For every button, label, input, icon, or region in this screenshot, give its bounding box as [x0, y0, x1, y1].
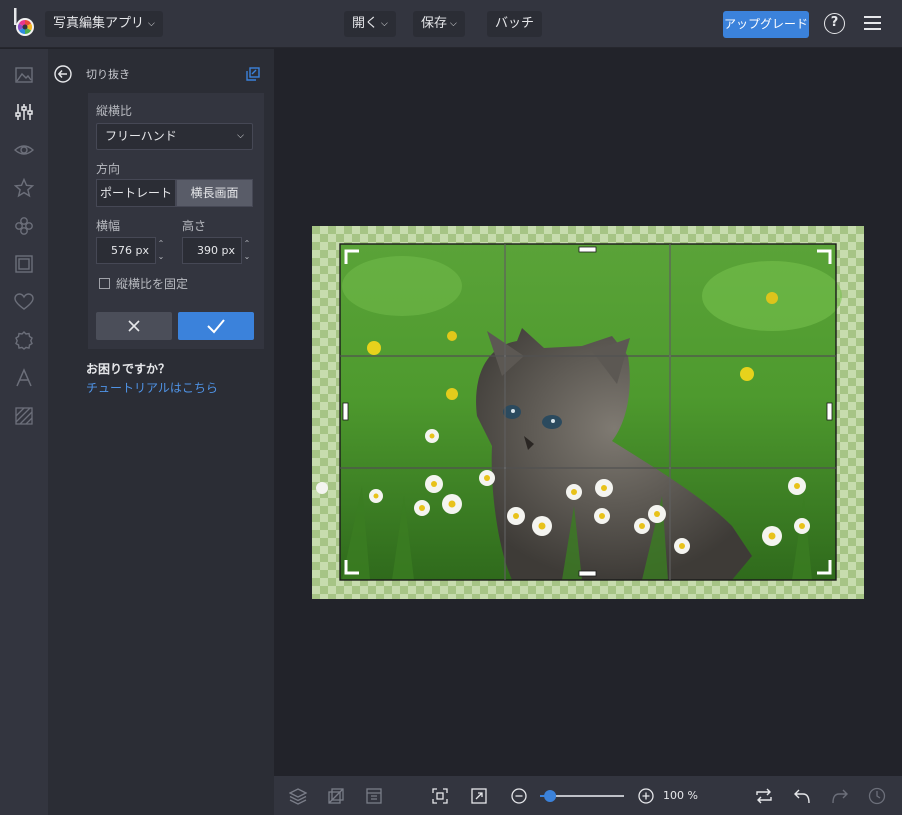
- close-icon: [128, 320, 140, 332]
- zoom-out-icon[interactable]: [510, 787, 528, 805]
- height-input[interactable]: 390 px: [182, 237, 242, 264]
- upgrade-button[interactable]: アップグレード: [723, 11, 809, 38]
- height-stepper[interactable]: ⌃ ⌄: [241, 237, 253, 264]
- tutorial-link[interactable]: チュートリアルはこちら: [86, 379, 218, 396]
- frame-icon[interactable]: [14, 254, 34, 274]
- chevron-down-icon: ⌵: [148, 19, 155, 29]
- width-label: 横幅: [96, 219, 121, 233]
- landscape-toggle[interactable]: 横長画面: [176, 179, 253, 207]
- star-icon[interactable]: [14, 178, 34, 198]
- crop-handle-top[interactable]: [578, 246, 597, 253]
- actual-size-icon[interactable]: [470, 787, 488, 805]
- zoom-slider[interactable]: [538, 788, 626, 804]
- badge-icon[interactable]: [14, 330, 34, 350]
- width-stepper[interactable]: ⌃ ⌄: [155, 237, 167, 264]
- help-question: お困りですか？: [86, 362, 171, 376]
- zoom-slider-handle[interactable]: [544, 790, 557, 802]
- kitten-photo: [312, 226, 864, 599]
- back-arrow-icon[interactable]: [54, 65, 72, 83]
- lock-ratio-checkbox[interactable]: [99, 278, 110, 289]
- chevron-down-icon: ⌵: [237, 131, 244, 141]
- portrait-toggle[interactable]: ポートレート: [96, 179, 176, 207]
- app-selector[interactable]: 写真編集アプリ ⌵: [45, 11, 163, 37]
- tool-rail: [0, 49, 48, 815]
- crop-panel: 切り抜き 縦横比 フリーハンド ⌵ 方向 ポートレート 横長画面 横幅 高さ 57…: [48, 49, 274, 815]
- canvas-area: [274, 49, 902, 776]
- sliders-icon[interactable]: [14, 102, 34, 122]
- top-bar: 写真編集アプリ ⌵ 開く ⌵ 保存 ⌵ バッチ アップグレード ?: [0, 0, 902, 48]
- fit-screen-icon[interactable]: [431, 787, 449, 805]
- crop-settings-card: 縦横比 フリーハンド ⌵ 方向 ポートレート 横長画面 横幅 高さ 576 px …: [88, 93, 264, 349]
- save-menu-button[interactable]: 保存 ⌵: [413, 11, 465, 37]
- chevron-down-icon: ⌵: [450, 19, 457, 29]
- swap-icon[interactable]: [755, 787, 773, 805]
- undo-icon[interactable]: [793, 787, 811, 805]
- layers-icon[interactable]: [289, 787, 307, 805]
- bottom-bar: 100 %: [274, 776, 902, 815]
- width-input[interactable]: 576 px: [96, 237, 156, 264]
- aspect-ratio-select[interactable]: フリーハンド ⌵: [96, 123, 253, 150]
- zoom-level-value: 100 %: [663, 789, 698, 802]
- layout-icon[interactable]: [365, 787, 383, 805]
- apply-button[interactable]: [178, 312, 254, 340]
- history-icon[interactable]: [868, 787, 886, 805]
- zoom-in-icon[interactable]: [637, 787, 655, 805]
- flower-icon[interactable]: [14, 216, 34, 236]
- check-icon: [207, 319, 225, 334]
- app-logo-icon[interactable]: [12, 8, 38, 38]
- transform-icon[interactable]: [327, 787, 345, 805]
- open-menu-label: 開く: [352, 16, 379, 31]
- texture-icon[interactable]: [14, 406, 34, 426]
- aspect-ratio-label: 縦横比: [96, 104, 133, 118]
- orientation-label: 方向: [96, 162, 121, 176]
- cancel-button[interactable]: [96, 312, 172, 340]
- batch-button[interactable]: バッチ: [487, 11, 543, 37]
- lock-ratio-label: 縦横比を固定: [116, 277, 189, 291]
- height-label: 高さ: [182, 219, 207, 233]
- crop-handle-left[interactable]: [342, 402, 349, 421]
- redo-icon[interactable]: [831, 787, 849, 805]
- help-icon[interactable]: ?: [824, 13, 845, 34]
- copy-settings-icon[interactable]: [246, 67, 260, 81]
- panel-title: 切り抜き: [86, 68, 130, 81]
- photo-canvas[interactable]: [312, 226, 864, 599]
- hamburger-menu-icon[interactable]: [864, 16, 881, 30]
- eye-icon[interactable]: [14, 140, 34, 160]
- text-icon[interactable]: [14, 368, 34, 388]
- heart-icon[interactable]: [14, 292, 34, 312]
- open-menu-button[interactable]: 開く ⌵: [344, 11, 396, 37]
- crop-handle-right[interactable]: [826, 402, 833, 421]
- save-menu-label: 保存: [421, 16, 448, 31]
- aspect-ratio-value: フリーハンド: [105, 129, 177, 143]
- crop-handle-bottom[interactable]: [578, 570, 597, 577]
- app-name: 写真編集アプリ: [53, 16, 145, 31]
- image-icon[interactable]: [14, 65, 34, 85]
- batch-label: バッチ: [495, 16, 535, 31]
- chevron-down-icon: ⌵: [381, 19, 388, 29]
